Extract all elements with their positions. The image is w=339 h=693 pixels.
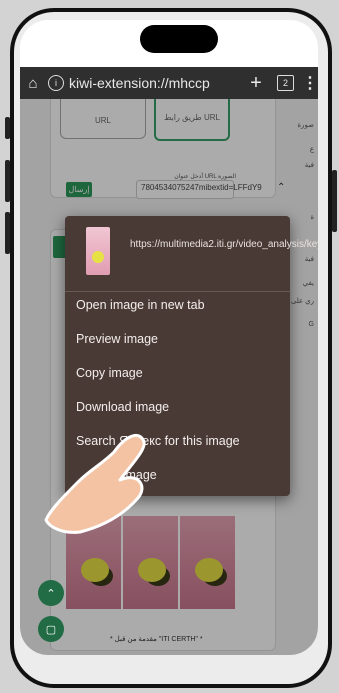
address-text: kiwi-extension://mhccp bbox=[69, 75, 210, 91]
home-icon[interactable]: ⌂ bbox=[20, 75, 46, 92]
tab-switcher-button[interactable]: 2 bbox=[277, 75, 294, 91]
browser-toolbar: ⌂ i kiwi-extension://mhccp + 2 ⋮ bbox=[20, 67, 318, 99]
address-bar[interactable]: i kiwi-extension://mhccp bbox=[46, 71, 243, 95]
phone-screen: ⌂ i kiwi-extension://mhccp + 2 ⋮ URL طري… bbox=[20, 20, 318, 655]
kebab-icon[interactable]: ⋮ bbox=[302, 73, 318, 93]
phone-side-button bbox=[332, 170, 337, 232]
info-icon[interactable]: i bbox=[48, 75, 64, 91]
dynamic-island bbox=[140, 25, 218, 53]
tap-hand-icon bbox=[44, 433, 146, 534]
plus-icon[interactable]: + bbox=[243, 72, 269, 95]
